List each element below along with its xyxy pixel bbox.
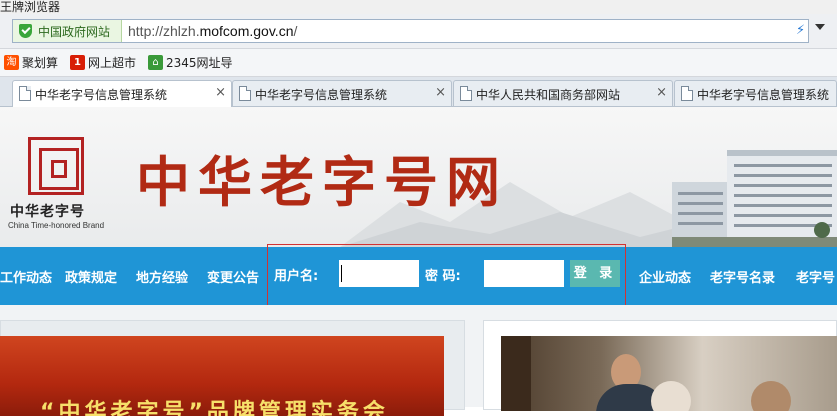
username-label: 用户名: <box>274 269 319 284</box>
logo-english-text: China Time-honored Brand <box>8 221 105 230</box>
brand-logo-icon <box>28 137 84 195</box>
url-input[interactable]: 中国政府网站 http://zhlzh.mofcom.gov.cn/ ⚡ <box>12 19 809 43</box>
photo-figure <box>501 336 531 411</box>
nav-item[interactable]: 地方经验 <box>136 267 188 286</box>
shield-check-icon <box>19 24 32 38</box>
nav-item[interactable]: 工作动态 <box>0 267 52 286</box>
page-icon <box>460 86 472 101</box>
username-field[interactable] <box>339 260 419 287</box>
close-icon[interactable]: × <box>215 85 226 100</box>
favorite-item[interactable]: ⌂ 2345网址导 <box>148 54 233 70</box>
close-icon[interactable]: × <box>656 85 667 100</box>
tab-item-active[interactable]: 中华老字号信息管理系统 × <box>12 80 232 107</box>
news-photo-left[interactable]: “中华老字号”品牌管理实务会 <box>0 336 444 416</box>
page-icon <box>19 86 31 101</box>
window-title: 王牌浏览器 <box>0 0 61 14</box>
window-titlebar: 王牌浏览器 <box>0 0 837 14</box>
speed-mode-icon[interactable]: ⚡ <box>796 23 805 38</box>
nav-item[interactable]: 老字号名录 <box>710 267 775 286</box>
news-photo-right[interactable] <box>501 336 837 411</box>
favorite-item[interactable]: 1 网上超市 <box>70 54 136 70</box>
nav-item[interactable]: 企业动态 <box>639 267 691 286</box>
site-title: 中华老字号网 <box>136 150 508 214</box>
tab-item[interactable]: 中华老字号信息管理系统 × <box>232 80 452 106</box>
page-icon <box>681 86 693 101</box>
page-icon <box>239 86 251 101</box>
favorites-bar: 淘聚划算 1 网上超市 ⌂ 2345网址导 <box>0 49 837 77</box>
site-verification-badge[interactable]: 中国政府网站 <box>13 20 122 42</box>
government-building-illustration <box>672 150 837 247</box>
nav-item[interactable]: 政策规定 <box>65 267 117 286</box>
url-text: http://zhlzh.mofcom.gov.cn/ <box>128 23 298 39</box>
tab-item[interactable]: 中华老字号信息管理系统 <box>674 80 837 106</box>
favorite-item[interactable]: 淘聚划算 <box>4 54 58 70</box>
password-label: 密 码: <box>425 269 461 284</box>
house-icon: ⌂ <box>148 55 163 70</box>
tab-bar: 中华老字号信息管理系统 × 中华老字号信息管理系统 × 中华人民共和国商务部网站… <box>0 77 837 107</box>
address-bar: 中国政府网站 http://zhlzh.mofcom.gov.cn/ ⚡ <box>0 14 837 49</box>
login-button[interactable]: 登 录 <box>570 260 620 287</box>
nav-item[interactable]: 变更公告 <box>207 267 259 286</box>
close-icon[interactable]: × <box>435 85 446 100</box>
tab-item[interactable]: 中华人民共和国商务部网站 × <box>453 80 673 106</box>
logo-chinese-text: 中华老字号 <box>10 204 85 220</box>
taobao-icon: 淘 <box>4 55 19 70</box>
password-field[interactable] <box>484 260 564 287</box>
text-caret <box>341 265 342 282</box>
site-badge-label: 中国政府网站 <box>38 25 111 39</box>
photo-banner-text: “中华老字号”品牌管理实务会 <box>40 400 389 416</box>
chevron-down-icon[interactable] <box>815 24 825 30</box>
nav-item[interactable]: 老字号 <box>796 267 835 286</box>
login-form: 用户名: 密 码: 登 录 <box>267 244 626 310</box>
yihaodian-icon: 1 <box>70 55 85 70</box>
site-header: 中华老字号 China Time-honored Brand 中华老字号网 <box>0 107 837 247</box>
